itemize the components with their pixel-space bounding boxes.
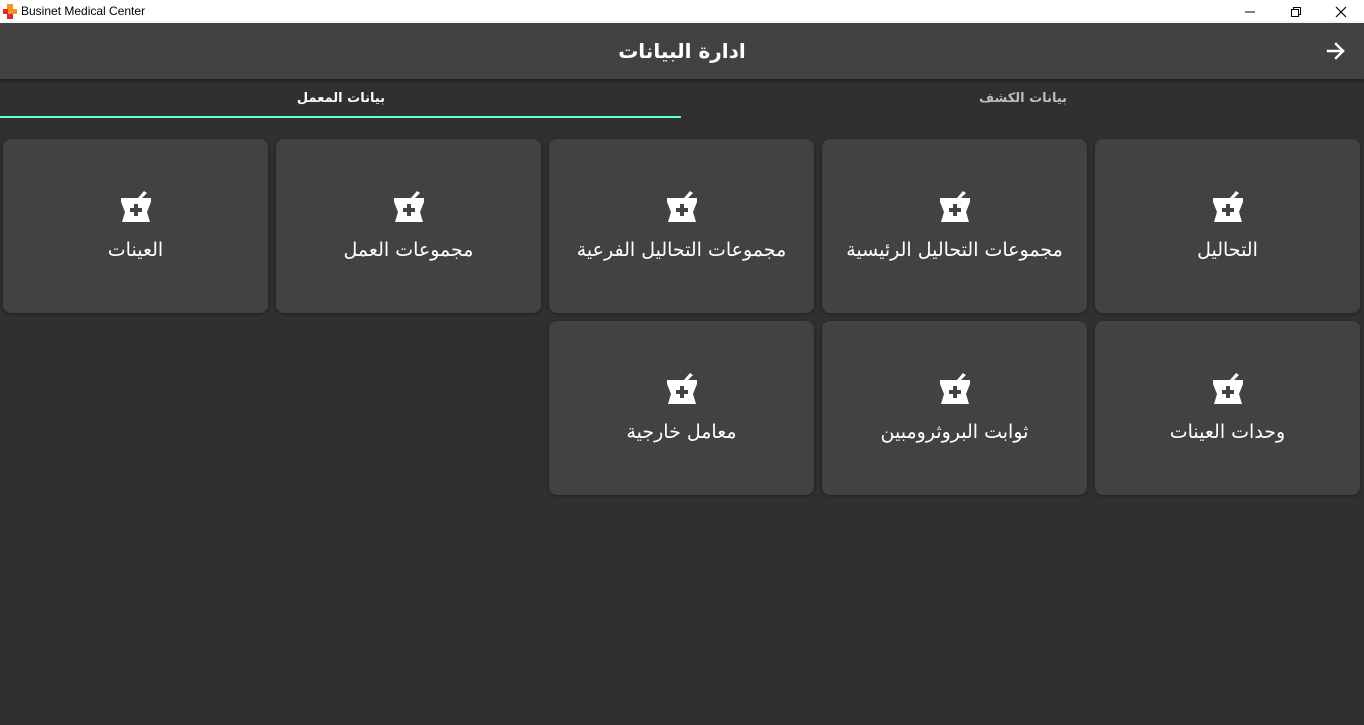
card-sub-test-groups[interactable]: مجموعات التحاليل الفرعية: [549, 139, 814, 313]
card-label: ثوابت البروثرومبين: [880, 421, 1029, 443]
mortar-pestle-plus-icon: [393, 191, 424, 222]
minimize-icon: [1245, 11, 1255, 12]
app-bar: ادارة البيانات: [0, 23, 1364, 79]
card-samples[interactable]: العينات: [3, 139, 268, 313]
mortar-pestle-plus-icon: [666, 373, 697, 404]
restore-button[interactable]: [1273, 0, 1319, 23]
close-button[interactable]: [1318, 0, 1364, 23]
mortar-pestle-plus-icon: [939, 191, 970, 222]
app-logo-icon: [3, 4, 17, 19]
card-prothrombin-constants[interactable]: ثوابت البروثرومبين: [822, 321, 1087, 495]
restore-icon: [1291, 6, 1301, 17]
tab-exam-data[interactable]: بيانات الكشف: [682, 79, 1364, 120]
tab-bar: بيانات المعمل بيانات الكشف: [0, 79, 1364, 120]
tab-lab-data[interactable]: بيانات المعمل: [0, 79, 682, 120]
card-label: العينات: [107, 239, 164, 261]
card-label: التحاليل: [1197, 239, 1258, 261]
card-label: مجموعات العمل: [343, 239, 474, 261]
card-label: وحدات العينات: [1169, 421, 1286, 443]
card-work-groups[interactable]: مجموعات العمل: [276, 139, 541, 313]
back-button[interactable]: [1323, 39, 1349, 63]
page-title: ادارة البيانات: [618, 39, 746, 63]
card-tests[interactable]: التحاليل: [1095, 139, 1360, 313]
window-titlebar: Businet Medical Center: [0, 0, 1364, 23]
mortar-pestle-plus-icon: [939, 373, 970, 404]
mortar-pestle-plus-icon: [666, 191, 697, 222]
active-tab-indicator: [0, 116, 681, 118]
mortar-pestle-plus-icon: [120, 191, 151, 222]
window-title: Businet Medical Center: [21, 4, 146, 18]
card-label: مجموعات التحاليل الرئيسية: [846, 239, 1063, 261]
mortar-pestle-plus-icon: [1212, 373, 1243, 404]
card-main-test-groups[interactable]: مجموعات التحاليل الرئيسية: [822, 139, 1087, 313]
mortar-pestle-plus-icon: [1212, 191, 1243, 222]
card-label: معامل خارجية: [626, 421, 737, 443]
card-external-labs[interactable]: معامل خارجية: [549, 321, 814, 495]
arrow-right-icon: [1326, 42, 1345, 60]
minimize-button[interactable]: [1227, 0, 1273, 23]
card-label: مجموعات التحاليل الفرعية: [576, 239, 787, 261]
close-icon: [1335, 6, 1347, 17]
card-sample-units[interactable]: وحدات العينات: [1095, 321, 1360, 495]
